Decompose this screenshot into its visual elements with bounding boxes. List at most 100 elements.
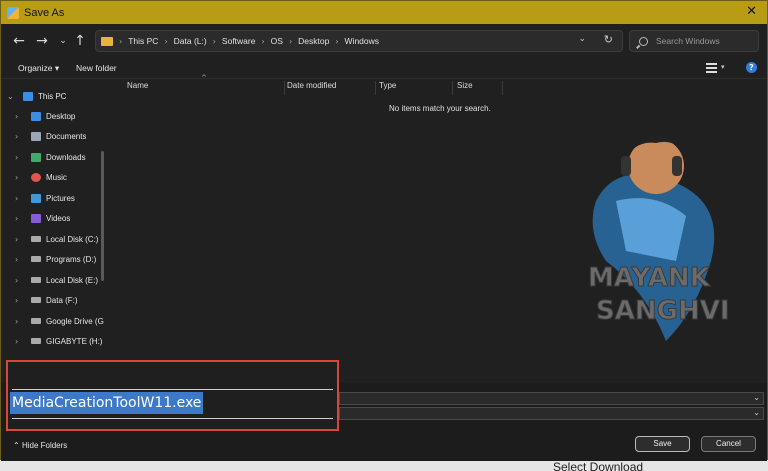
back-arrow-icon[interactable]: ← xyxy=(9,32,29,50)
help-icon[interactable]: ? xyxy=(746,62,757,73)
save-as-dialog: Save As ✕ ← → ⌄ ↑ › This PC › Data (L:) … xyxy=(0,0,768,461)
chevron-right-icon[interactable]: › xyxy=(15,255,25,264)
address-dropdown-icon[interactable]: ⌄ xyxy=(578,34,586,44)
command-bar: Organize ▾ New folder ▾ ? xyxy=(1,59,767,79)
breadcrumb-data-l[interactable]: Data (L:) xyxy=(174,36,207,46)
save-button[interactable]: Save xyxy=(635,436,690,452)
sidebar-item-label: Documents xyxy=(46,131,87,141)
divider xyxy=(12,418,333,419)
address-bar[interactable]: › This PC › Data (L:) › Software › OS › … xyxy=(95,30,623,52)
sidebar-item-google-drive[interactable]: › Google Drive (G xyxy=(1,312,108,330)
organize-button[interactable]: Organize ▾ xyxy=(18,63,59,74)
window-title: Save As xyxy=(24,6,65,19)
folder-icon xyxy=(101,36,113,46)
sidebar-item-local-disk-c[interactable]: › Local Disk (C:) xyxy=(1,230,108,248)
drive-icon xyxy=(31,318,41,324)
sidebar-item-label: This PC xyxy=(38,91,67,101)
sidebar-item-data-f[interactable]: › Data (F:) xyxy=(1,291,108,309)
file-name-highlight: MediaCreationToolW11.exe xyxy=(6,360,339,431)
sidebar-item-label: Programs (D:) xyxy=(46,254,97,264)
sidebar-item-label: Music xyxy=(46,172,67,182)
file-name-input[interactable]: MediaCreationToolW11.exe xyxy=(10,392,204,414)
watermark-logo: MAYANK SANGHVI xyxy=(588,135,730,341)
chevron-right-icon[interactable]: › xyxy=(15,194,25,203)
drive-icon xyxy=(31,338,41,344)
sidebar-item-documents[interactable]: › Documents xyxy=(1,127,108,145)
chevron-right-icon[interactable]: › xyxy=(15,173,25,182)
background-page-text: Select Download xyxy=(553,460,644,471)
sidebar-item-programs-d[interactable]: › Programs (D:) xyxy=(1,250,108,268)
refresh-icon[interactable]: ↻ xyxy=(604,33,613,46)
desktop-icon xyxy=(31,111,41,121)
view-options-icon[interactable] xyxy=(706,63,717,73)
sidebar-item-label: Videos xyxy=(46,213,71,223)
sidebar-item-music[interactable]: › Music xyxy=(1,168,108,186)
search-box[interactable] xyxy=(629,30,759,52)
sidebar-item-label: Google Drive (G xyxy=(46,316,104,326)
search-icon xyxy=(639,36,648,46)
navigation-pane: ⌄ This PC › Desktop › Documents › Downlo… xyxy=(1,81,108,381)
drive-icon xyxy=(31,256,41,262)
sidebar-item-label: Pictures xyxy=(46,193,75,203)
chevron-right-icon[interactable]: › xyxy=(15,214,25,223)
save-as-type-combobox[interactable]: ⌄ xyxy=(339,407,764,420)
sidebar-item-local-disk-e[interactable]: › Local Disk (E:) xyxy=(1,271,108,289)
chevron-down-icon[interactable]: ⌄ xyxy=(753,393,760,402)
chevron-right-icon[interactable]: › xyxy=(15,296,25,305)
music-icon xyxy=(31,172,41,182)
sidebar-item-pictures[interactable]: › Pictures xyxy=(1,189,108,207)
downloads-icon xyxy=(31,152,41,162)
sidebar-item-label: Data (F:) xyxy=(46,295,78,305)
breadcrumb-os[interactable]: OS xyxy=(271,36,283,46)
chevron-right-icon[interactable]: › xyxy=(15,235,25,244)
column-header-size[interactable]: Size xyxy=(451,81,503,95)
file-name-combobox[interactable]: ⌄ xyxy=(339,392,764,405)
chevron-up-icon: ⌃ xyxy=(13,441,20,450)
chevron-down-icon[interactable]: ⌄ xyxy=(753,408,760,417)
close-icon[interactable]: ✕ xyxy=(746,4,757,19)
sidebar-item-videos[interactable]: › Videos xyxy=(1,209,108,227)
sidebar-item-label: Local Disk (C:) xyxy=(46,234,99,244)
breadcrumb-desktop[interactable]: Desktop xyxy=(298,36,329,46)
watermark-text-line2: SANGHVI xyxy=(596,296,730,326)
view-dropdown-icon[interactable]: ▾ xyxy=(721,63,725,71)
chevron-right-icon[interactable]: › xyxy=(15,132,25,141)
search-input[interactable] xyxy=(656,36,756,46)
chevron-right-icon[interactable]: › xyxy=(15,276,25,285)
chevron-right-icon[interactable]: › xyxy=(15,153,25,162)
chevron-down-icon[interactable]: ⌄ xyxy=(7,92,17,101)
sidebar-item-this-pc[interactable]: ⌄ This PC xyxy=(1,87,108,105)
column-header-date-modified[interactable]: Date modified xyxy=(281,81,376,95)
breadcrumb-windows[interactable]: Windows xyxy=(345,36,379,46)
cancel-button[interactable]: Cancel xyxy=(701,436,756,452)
chevron-right-icon[interactable]: › xyxy=(15,337,25,346)
sidebar-item-gigabyte[interactable]: › GIGABYTE (H:) xyxy=(1,332,108,350)
new-folder-button[interactable]: New folder xyxy=(76,63,117,73)
sidebar-item-label: GIGABYTE (H:) xyxy=(46,336,103,346)
empty-folder-message: No items match your search. xyxy=(389,104,491,113)
chevron-right-icon: › xyxy=(119,36,123,46)
hide-folders-label: Hide Folders xyxy=(21,441,68,450)
title-bar[interactable]: Save As ✕ xyxy=(1,1,767,24)
pc-icon xyxy=(23,91,33,101)
drive-icon xyxy=(31,236,41,242)
navigation-bar: ← → ⌄ ↑ › This PC › Data (L:) › Software… xyxy=(1,29,767,53)
sidebar-item-downloads[interactable]: › Downloads xyxy=(1,148,108,166)
forward-arrow-icon[interactable]: → xyxy=(32,32,52,50)
breadcrumb-this-pc[interactable]: This PC xyxy=(128,36,158,46)
sidebar-item-desktop[interactable]: › Desktop xyxy=(1,107,108,125)
chevron-right-icon: › xyxy=(288,36,293,46)
column-header-type[interactable]: Type xyxy=(373,81,453,95)
chevron-right-icon: › xyxy=(335,36,339,46)
chevron-right-icon[interactable]: › xyxy=(15,317,25,326)
videos-icon xyxy=(31,213,41,223)
chevron-right-icon[interactable]: › xyxy=(15,112,25,121)
sidebar-item-label: Desktop xyxy=(46,111,76,121)
up-arrow-icon[interactable]: ↑ xyxy=(70,32,90,50)
sidebar-scrollbar[interactable] xyxy=(101,151,104,281)
divider xyxy=(12,389,333,390)
column-header-name[interactable]: Name xyxy=(121,81,285,95)
chevron-right-icon: › xyxy=(261,36,265,46)
hide-folders-button[interactable]: ⌃ Hide Folders xyxy=(13,441,67,450)
breadcrumb-software[interactable]: Software xyxy=(222,36,256,46)
